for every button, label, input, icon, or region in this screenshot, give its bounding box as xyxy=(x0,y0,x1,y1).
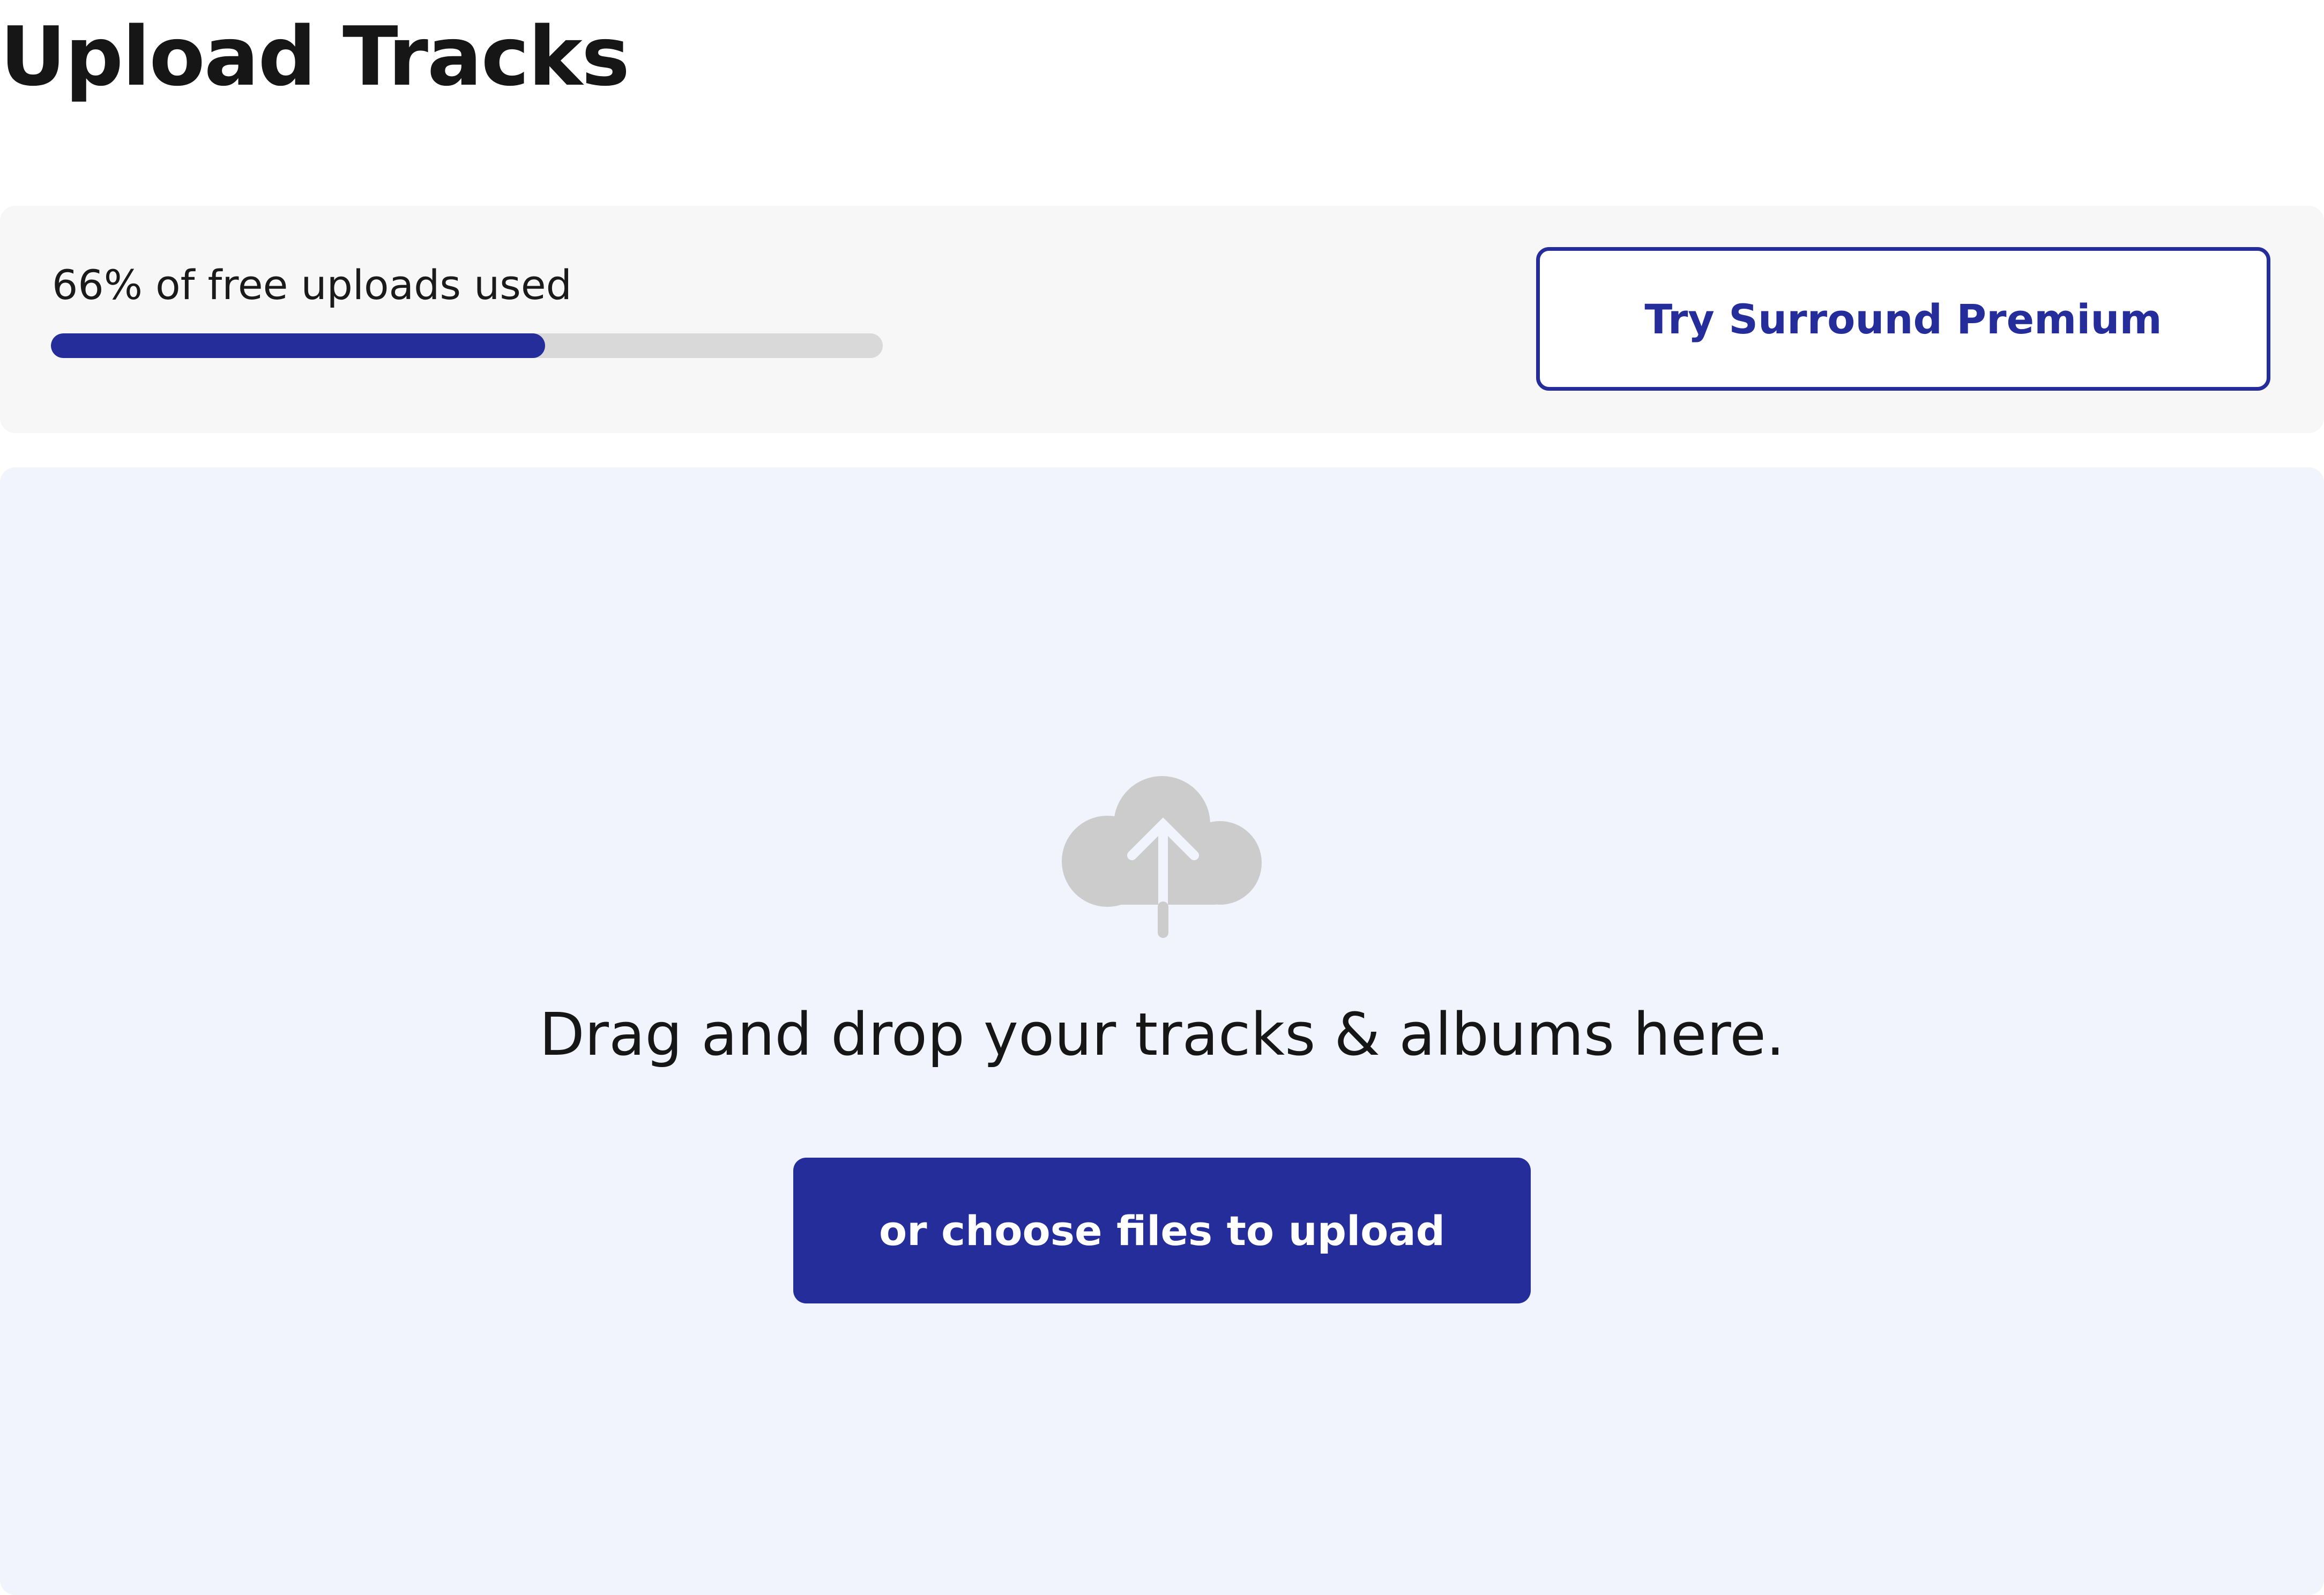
try-premium-button[interactable]: Try Surround Premium xyxy=(1536,247,2270,391)
choose-files-button[interactable]: or choose files to upload xyxy=(793,1158,1531,1303)
page-title: Upload Tracks xyxy=(0,9,630,104)
upload-quota-progress-bar xyxy=(51,333,883,358)
upload-quota-label: 66% of free uploads used xyxy=(52,261,572,309)
cloud-upload-icon xyxy=(1062,776,1262,938)
upload-quota-progress-fill xyxy=(51,333,545,358)
dropzone-message: Drag and drop your tracks & albums here. xyxy=(539,1000,1785,1069)
